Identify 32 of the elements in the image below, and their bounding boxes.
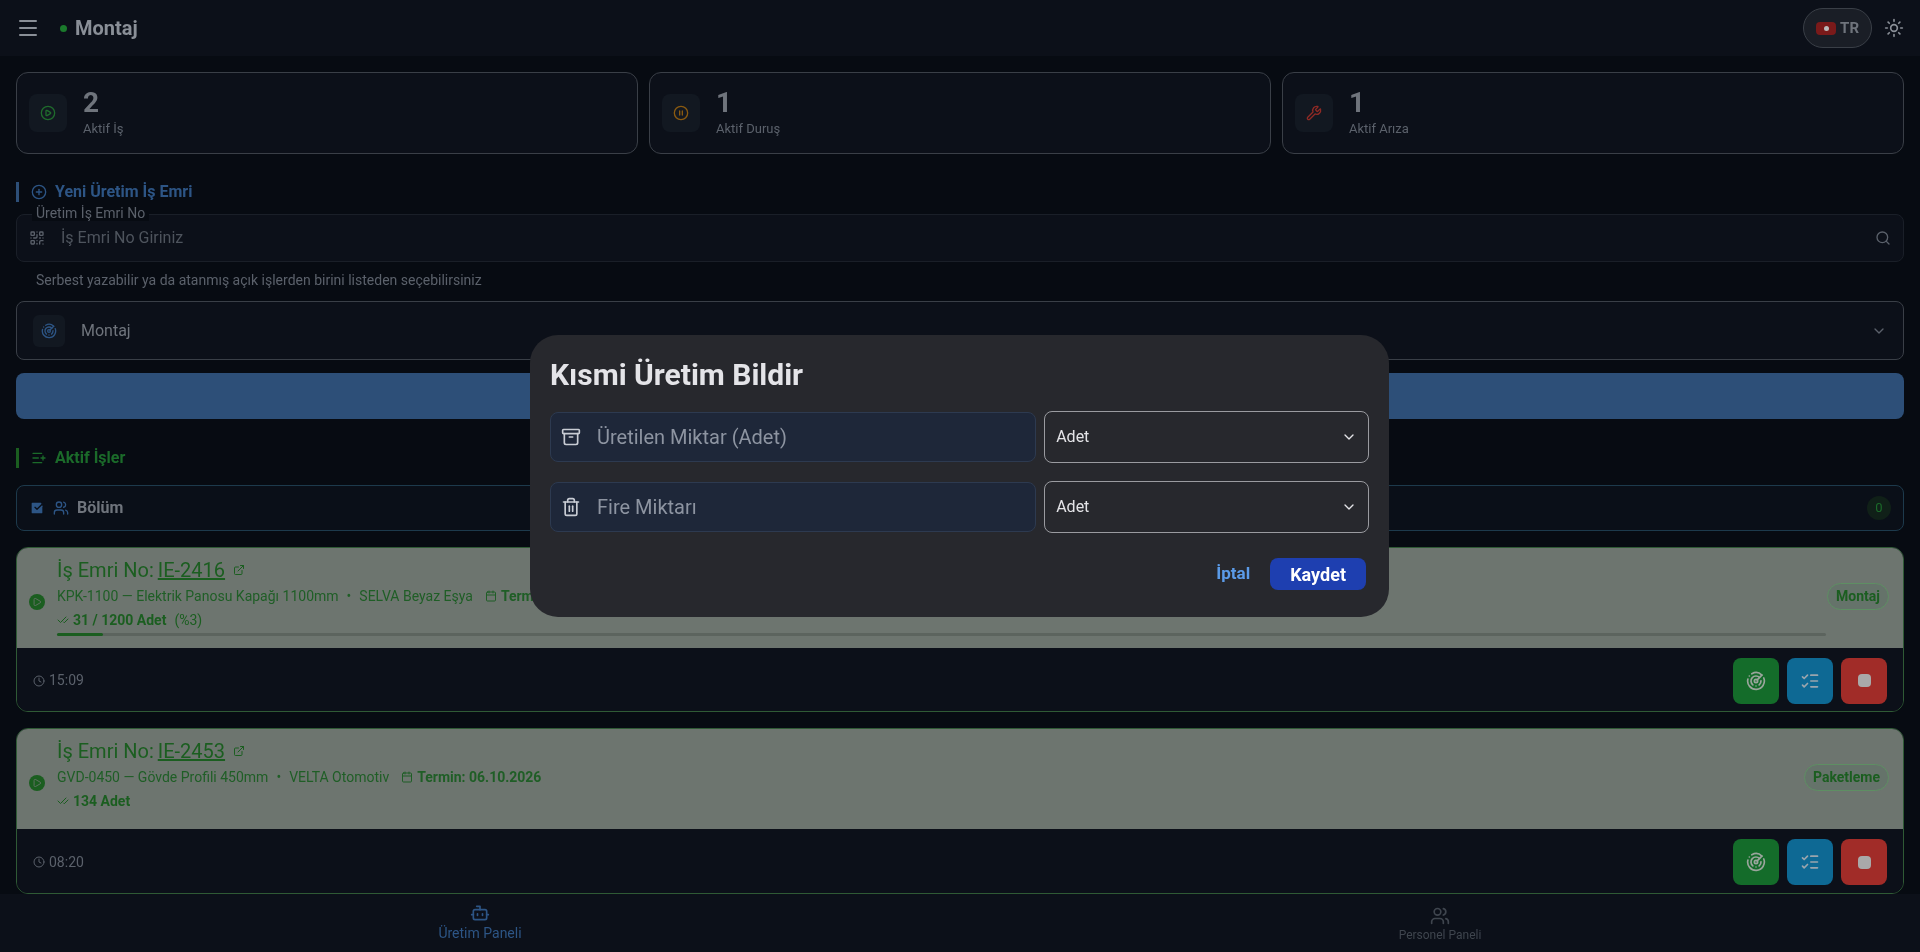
quantity-text: 31 / 1200 Adet xyxy=(73,610,167,630)
customer-text: VELTA Otomotiv xyxy=(289,768,390,788)
unit-value: Adet xyxy=(1056,426,1090,448)
order-label: İş Emri No: xyxy=(57,738,154,766)
filter-label: Bölüm xyxy=(77,496,124,519)
section-title: Aktif İşler xyxy=(55,447,126,470)
quantity-text: 134 Adet xyxy=(73,792,131,812)
product-text: KPK-1100 — Elektrik Panosu Kapağı 1100mm xyxy=(57,586,339,606)
order-label: İş Emri No: xyxy=(57,556,154,584)
stat-label: Aktif Arıza xyxy=(1349,120,1409,139)
stat-label: Aktif İş xyxy=(83,120,124,139)
stat-value: 2 xyxy=(83,87,101,120)
stat-value: 1 xyxy=(1349,87,1367,120)
stat-label: Aktif Duruş xyxy=(716,120,781,139)
product-text: GVD-0450 — Gövde Profili 450mm xyxy=(57,768,269,788)
count-badge: 0 xyxy=(1867,495,1891,520)
customer-text: SELVA Beyaz Eşya xyxy=(359,586,473,606)
station-tag: Montaj xyxy=(1827,582,1889,610)
stat-value: 1 xyxy=(716,87,734,120)
percent-text: (%3) xyxy=(174,610,203,631)
unit-value: Adet xyxy=(1056,496,1090,518)
select-value: Montaj xyxy=(81,319,131,342)
section-title: Yeni Üretim İş Emri xyxy=(55,181,193,203)
station-tag: Paketleme xyxy=(1803,764,1889,792)
start-time: 08:20 xyxy=(49,852,84,872)
separator-dot: • xyxy=(346,586,352,606)
field-label: Üretim İş Emri No xyxy=(32,205,150,221)
page-title: Montaj xyxy=(75,15,138,42)
due-date: Termin: 06.10.2026 xyxy=(417,768,542,788)
start-time: 15:09 xyxy=(49,671,84,691)
helper-text: Serbest yazabilir ya da atanmış açık işlerden birini listeden seçebilirsiniz xyxy=(36,271,483,290)
separator-dot: • xyxy=(276,768,282,788)
